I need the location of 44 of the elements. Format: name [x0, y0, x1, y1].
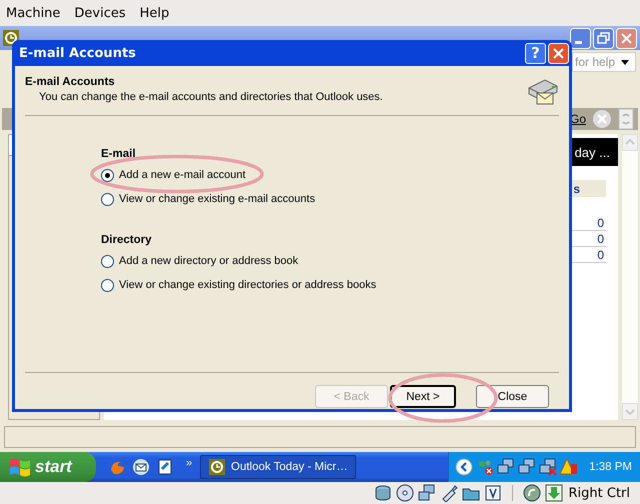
- menu-item[interactable]: Machine: [6, 6, 60, 20]
- radio-option[interactable]: Add a new directory or address book: [101, 249, 298, 273]
- network-icon[interactable]: [497, 458, 516, 476]
- clock-icon: [3, 30, 19, 46]
- help-button[interactable]: ?: [525, 42, 546, 64]
- radio-option[interactable]: View or change existing e-mail accounts: [101, 187, 316, 211]
- restore-button[interactable]: [593, 28, 614, 48]
- group-title: Directory: [101, 234, 152, 246]
- host-key-label: Right Ctrl: [568, 486, 630, 500]
- expand-tray-icon[interactable]: [455, 458, 474, 476]
- minimize-button[interactable]: [570, 28, 591, 48]
- count-cell: 0: [597, 248, 604, 262]
- header-text: day ...: [574, 144, 610, 160]
- document-icon[interactable]: [156, 458, 174, 476]
- taskbar-button[interactable]: Outlook Today - Micr…: [200, 455, 356, 479]
- overflow-chevron[interactable]: »: [186, 457, 192, 469]
- count-cell: 0: [597, 232, 604, 246]
- network-adapter-icon[interactable]: [418, 484, 436, 502]
- usb-icon[interactable]: [440, 484, 458, 502]
- section-header-text: s: [573, 182, 580, 196]
- dialog-button[interactable]: Next >: [390, 385, 456, 408]
- wizard-description: You can change the e-mail accounts and directories that Outlook uses.: [39, 91, 383, 103]
- count-cell: 0: [597, 216, 604, 230]
- dropdown-arrow-icon: [621, 60, 629, 64]
- warning-icon[interactable]: [560, 458, 578, 476]
- down-arrow-icon[interactable]: [544, 484, 562, 502]
- help-search-field[interactable]: for help: [572, 52, 636, 72]
- mail-icon[interactable]: [132, 458, 150, 476]
- menu-item[interactable]: Devices: [74, 6, 126, 20]
- network-icon[interactable]: [518, 458, 536, 476]
- menu-item[interactable]: Help: [140, 6, 170, 20]
- close-button[interactable]: [548, 42, 569, 64]
- network-disconnected-icon[interactable]: [539, 458, 558, 476]
- hard-disk-icon[interactable]: [374, 484, 392, 502]
- start-button[interactable]: start: [0, 452, 96, 482]
- windows-logo-icon: [8, 456, 32, 478]
- dialog-title: E-mail Accounts: [19, 46, 137, 60]
- group-title: E-mail: [101, 148, 137, 160]
- wizard-heading: E-mail Accounts: [25, 76, 116, 88]
- optical-disc-icon[interactable]: [396, 484, 414, 502]
- network-error-icon[interactable]: [476, 458, 494, 476]
- clock-icon: [209, 459, 225, 475]
- dialog-button[interactable]: Close: [476, 385, 549, 408]
- radio-option[interactable]: View or change existing directories or address books: [101, 273, 376, 297]
